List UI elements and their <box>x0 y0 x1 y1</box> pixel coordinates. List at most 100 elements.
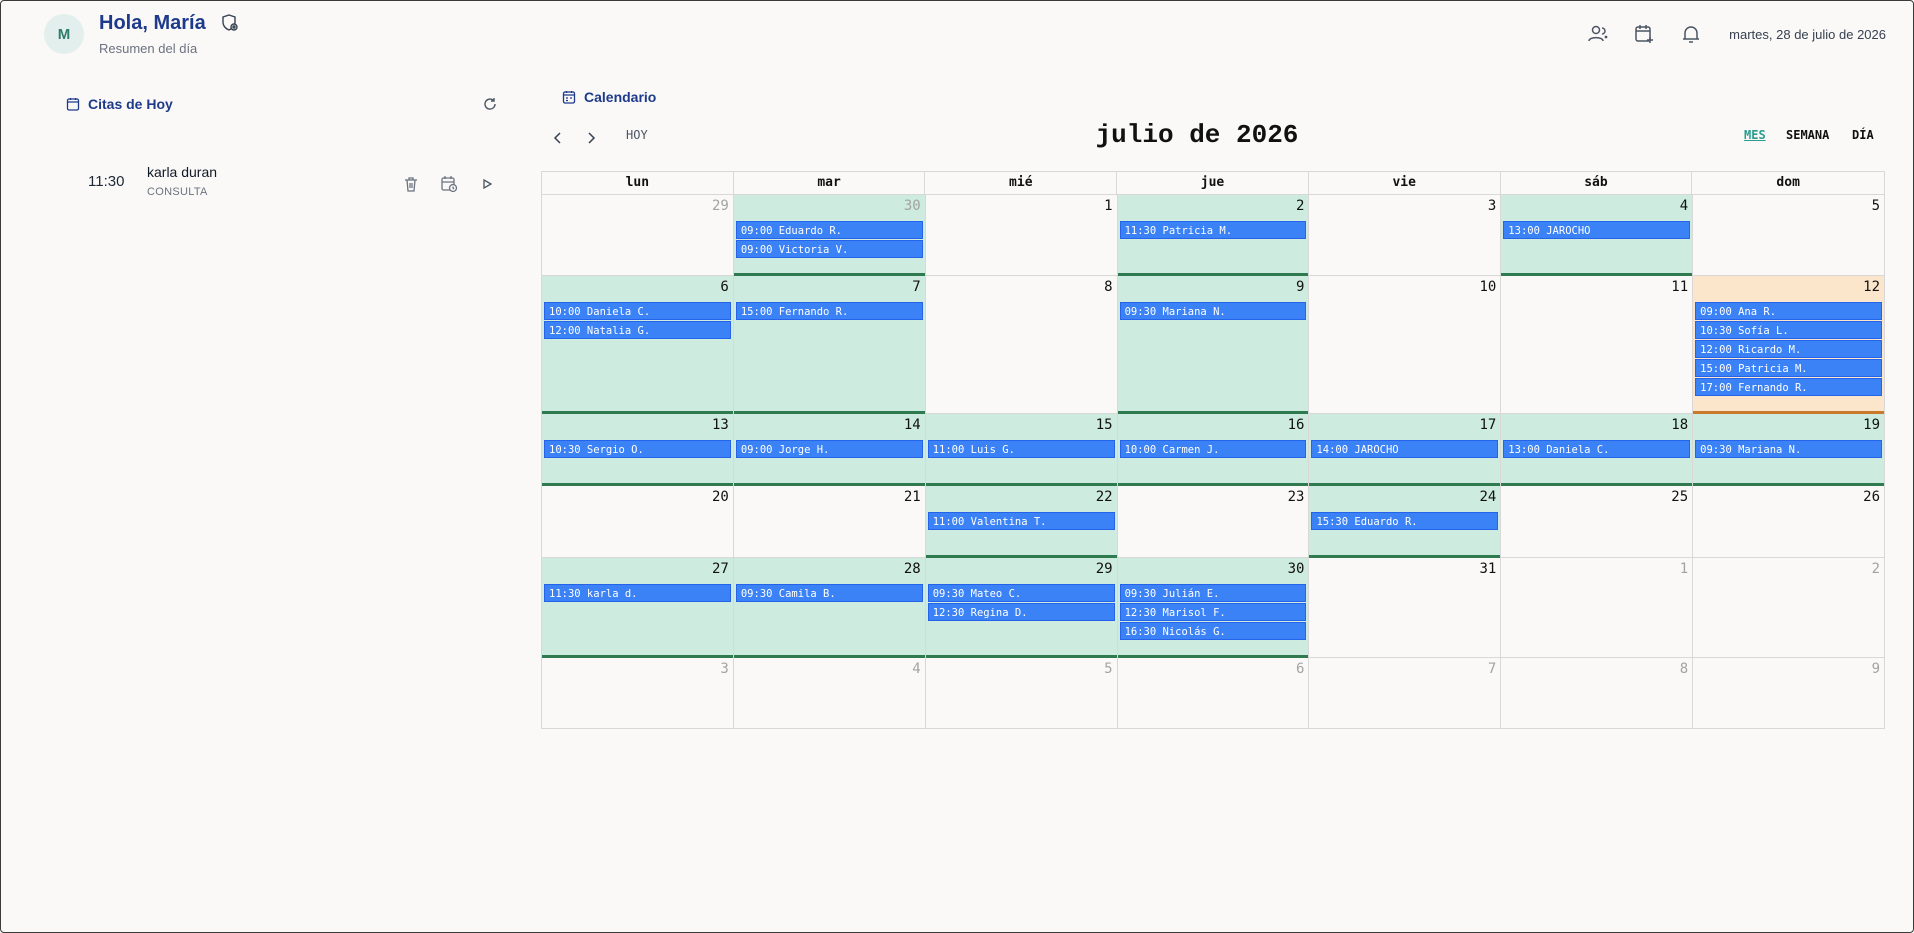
calendar-event[interactable]: 09:30 Mateo C. <box>927 584 1115 602</box>
calendar-event[interactable]: 10:00 Carmen J. <box>1119 440 1307 458</box>
day-cell[interactable]: 29 09:30 Mateo C. 12:30 Regina D. <box>925 557 1118 658</box>
calendar-event[interactable]: 11:30 karla d. <box>544 584 731 602</box>
calendar-event[interactable]: 10:00 Daniela C. <box>544 302 731 320</box>
day-cell[interactable]: 7 15:00 Fernando R. <box>733 275 926 414</box>
day-cell[interactable]: 11 <box>1501 275 1694 413</box>
day-cell[interactable]: 29 <box>542 194 734 275</box>
calendar-event[interactable]: 10:30 Sofía L. <box>1695 321 1883 339</box>
calendar-event[interactable]: 09:00 Victoria V. <box>735 240 923 258</box>
day-cell[interactable]: 30 09:00 Eduardo R. 09:00 Victoria V. <box>733 194 926 276</box>
weekday-label: mar <box>734 172 926 194</box>
day-cell[interactable]: 25 <box>1501 485 1694 557</box>
calendar-event[interactable]: 15:30 Eduardo R. <box>1311 512 1499 530</box>
chevron-left-icon <box>553 132 561 144</box>
today-button[interactable]: HOY <box>626 128 648 142</box>
calendar-event[interactable]: 09:00 Jorge H. <box>735 440 923 458</box>
day-cell[interactable]: 28 09:30 Camila B. <box>733 557 926 658</box>
day-cell[interactable]: 4 13:00 JAROCHO <box>1501 194 1694 276</box>
day-cell[interactable]: 23 <box>1117 485 1310 557</box>
day-cell[interactable]: 5 <box>1693 194 1886 275</box>
day-cell[interactable]: 9 09:30 Mariana N. <box>1117 275 1310 414</box>
calendar-event[interactable]: 09:30 Camila B. <box>735 584 923 602</box>
day-cell[interactable]: 12 09:00 Ana R. 10:30 Sofía L. 12:00 Ricard… <box>1693 275 1886 414</box>
day-number: 30 <box>903 198 921 214</box>
calendar-event[interactable]: 11:00 Luis G. <box>927 440 1115 458</box>
day-cell[interactable]: 24 15:30 Eduardo R. <box>1309 485 1502 558</box>
event-list: 13:00 JAROCHO <box>1503 221 1691 239</box>
day-cell[interactable]: 17 14:00 JAROCHO <box>1309 413 1502 486</box>
day-cell[interactable]: 31 <box>1309 557 1502 657</box>
day-cell[interactable]: 6 <box>1117 657 1310 729</box>
view-week-button[interactable]: SEMANA <box>1786 128 1829 142</box>
day-cell[interactable]: 20 <box>542 485 734 557</box>
calendar-event[interactable]: 13:00 JAROCHO <box>1503 221 1691 239</box>
bell-icon[interactable] <box>1680 23 1702 45</box>
day-cell[interactable]: 27 11:30 karla d. <box>542 557 734 658</box>
appointment-item[interactable]: 11:30 karla duran CONSULTA <box>68 160 498 204</box>
day-cell[interactable]: 8 <box>1501 657 1694 729</box>
calendar-event[interactable]: 09:30 Mariana N. <box>1695 440 1883 458</box>
refresh-icon[interactable] <box>482 96 498 112</box>
calendar-event[interactable]: 12:00 Ricardo M. <box>1695 340 1883 358</box>
calendar-event[interactable]: 15:00 Patricia M. <box>1695 359 1883 377</box>
calendar-event[interactable]: 09:00 Ana R. <box>1695 302 1883 320</box>
calendar-event[interactable]: 17:00 Fernando R. <box>1695 378 1883 396</box>
day-cell[interactable]: 5 <box>925 657 1118 729</box>
day-number: 20 <box>712 489 729 505</box>
day-cell[interactable]: 19 09:30 Mariana N. <box>1693 413 1886 486</box>
day-cell[interactable]: 9 <box>1693 657 1886 729</box>
day-cell[interactable]: 21 <box>733 485 926 557</box>
day-cell[interactable]: 3 <box>542 657 734 729</box>
calendar-event[interactable]: 09:30 Julián E. <box>1119 584 1307 602</box>
day-cell[interactable]: 14 09:00 Jorge H. <box>733 413 926 486</box>
day-cell[interactable]: 16 10:00 Carmen J. <box>1117 413 1310 486</box>
day-number: 6 <box>720 279 729 295</box>
calendar-event[interactable]: 12:30 Regina D. <box>927 603 1115 621</box>
calendar-event[interactable]: 11:00 Valentina T. <box>927 512 1115 530</box>
event-list: 09:00 Ana R. 10:30 Sofía L. 12:00 Ricardo … <box>1695 302 1883 396</box>
prev-month-button[interactable] <box>548 128 568 148</box>
day-cell[interactable]: 1 <box>1501 557 1694 657</box>
users-icon[interactable] <box>1587 23 1609 45</box>
week-row: 3 4 5 6 7 8 9 <box>541 657 1886 729</box>
avatar[interactable]: M <box>44 14 84 54</box>
day-cell[interactable]: 13 10:30 Sergio O. <box>542 413 734 486</box>
day-cell[interactable]: 30 09:30 Julián E. 12:30 Marisol F. 16:30 N… <box>1117 557 1310 658</box>
calendar-event[interactable]: 10:30 Sergio O. <box>544 440 731 458</box>
day-number: 16 <box>1287 417 1305 433</box>
calendar-event[interactable]: 16:30 Nicolás G. <box>1119 622 1307 640</box>
day-cell[interactable]: 3 <box>1309 194 1502 275</box>
day-cell[interactable]: 22 11:00 Valentina T. <box>925 485 1118 558</box>
calendar-event[interactable]: 13:00 Daniela C. <box>1503 440 1691 458</box>
next-month-button[interactable] <box>581 128 601 148</box>
day-cell[interactable]: 2 11:30 Patricia M. <box>1117 194 1310 276</box>
calendar-event[interactable]: 15:00 Fernando R. <box>735 302 923 320</box>
day-cell[interactable]: 1 <box>925 194 1118 275</box>
trash-icon[interactable] <box>402 175 420 193</box>
calendar-add-icon[interactable] <box>1633 23 1655 45</box>
view-day-button[interactable]: DÍA <box>1852 128 1874 142</box>
calendar-event[interactable]: 09:30 Mariana N. <box>1119 302 1307 320</box>
day-cell[interactable]: 26 <box>1693 485 1886 557</box>
calendar-event[interactable]: 09:00 Eduardo R. <box>735 221 923 239</box>
day-number: 18 <box>1671 417 1689 433</box>
calendar-event[interactable]: 11:30 Patricia M. <box>1119 221 1307 239</box>
shield-settings-icon[interactable] <box>220 13 240 33</box>
calendar-event[interactable]: 12:30 Marisol F. <box>1119 603 1307 621</box>
day-cell[interactable]: 10 <box>1309 275 1502 413</box>
day-cell[interactable]: 7 <box>1309 657 1502 729</box>
day-cell[interactable]: 2 <box>1693 557 1886 657</box>
day-number: 11 <box>1671 279 1689 295</box>
day-cell[interactable]: 8 <box>925 275 1118 413</box>
play-icon[interactable] <box>478 175 496 193</box>
week-row: 6 10:00 Daniela C. 12:00 Natalia G. 7 15:00 … <box>541 275 1886 414</box>
day-cell[interactable]: 18 13:00 Daniela C. <box>1501 413 1694 486</box>
view-month-button[interactable]: MES <box>1744 128 1766 142</box>
day-cell[interactable]: 4 <box>733 657 926 729</box>
day-cell[interactable]: 15 11:00 Luis G. <box>925 413 1118 486</box>
reschedule-icon[interactable] <box>440 175 458 193</box>
calendar-event[interactable]: 14:00 JAROCHO <box>1311 440 1499 458</box>
day-number: 9 <box>1871 661 1881 677</box>
calendar-event[interactable]: 12:00 Natalia G. <box>544 321 731 339</box>
day-cell[interactable]: 6 10:00 Daniela C. 12:00 Natalia G. <box>542 275 734 414</box>
